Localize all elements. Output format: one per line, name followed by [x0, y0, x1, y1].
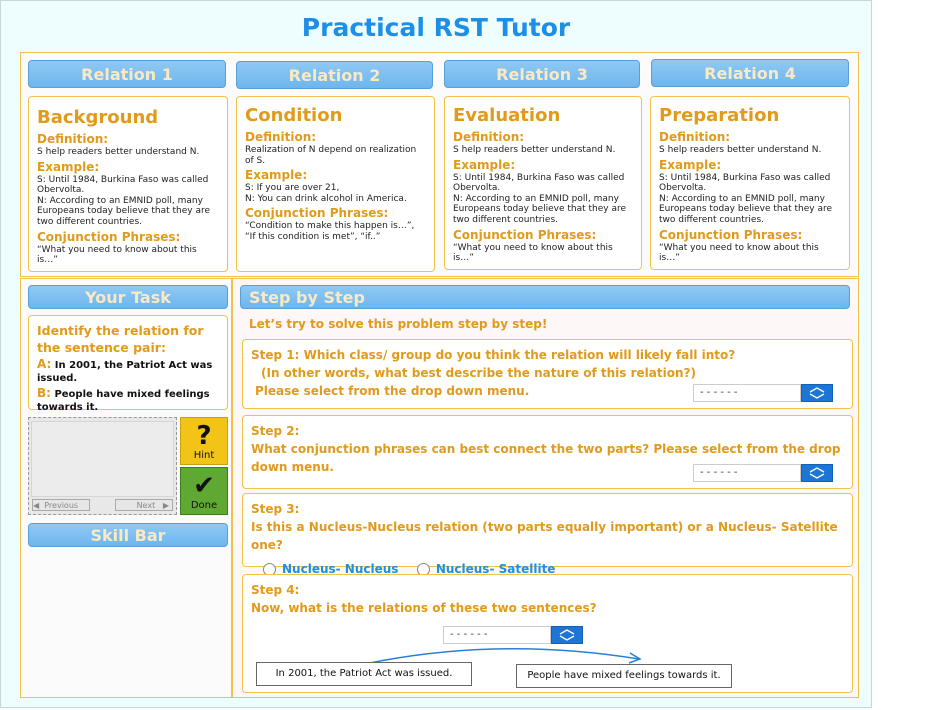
relation-card-4: Preparation Definition: S help readers b…	[650, 96, 850, 270]
example-label: Example:	[659, 157, 722, 172]
example-s: S: Until 1984, Burkina Faso was called O…	[659, 172, 831, 194]
step-3-box: Step 3: Is this a Nucleus-Nucleus relati…	[242, 493, 853, 576]
definition-label: Definition:	[245, 130, 317, 144]
tutor-window: Practical RST Tutor Relation 1 Relation …	[0, 0, 872, 708]
relation-name: Preparation	[659, 105, 780, 126]
conjunction-text: “What you need to know about this is…”	[659, 242, 819, 264]
definition-text: S help readers better understand N.	[659, 145, 822, 155]
step-2-dropdown[interactable]: - - - - - -	[693, 464, 833, 482]
checkmark-icon: ✔	[193, 470, 215, 501]
step-4-title: Step 4:	[251, 583, 300, 597]
relation-card-2: Condition Definition: Realization of N d…	[236, 96, 435, 272]
tab-relation-1[interactable]: Relation 1	[28, 60, 226, 88]
tab-relation-4[interactable]: Relation 4	[651, 59, 849, 87]
example-s: S: Until 1984, Burkina Faso was called O…	[453, 172, 625, 194]
step-3-question: Is this a Nucleus-Nucleus relation (two …	[251, 520, 838, 552]
done-button[interactable]: ✔ Done	[180, 467, 228, 515]
app-title: Practical RST Tutor	[301, 13, 571, 42]
step-1-clarification: (In other words, what best describe the …	[261, 366, 696, 380]
dropdown-value: - - - - - -	[693, 384, 801, 402]
sentence-a-box: In 2001, the Patriot Act was issued.	[256, 662, 472, 686]
conjunction-text: “What you need to know about this is…”	[453, 242, 613, 264]
triangle-left-icon: ◀	[33, 501, 40, 510]
example-label: Example:	[37, 159, 100, 174]
conjunction-label: Conjunction Phrases:	[37, 229, 181, 244]
relation-name: Background	[37, 107, 159, 128]
example-s: S: If you are over 21,	[245, 183, 340, 194]
relation-card-3: Evaluation Definition: S help readers be…	[444, 96, 642, 270]
task-prompt: Identify the relation for the sentence p…	[37, 323, 204, 355]
dropdown-toggle[interactable]	[801, 464, 833, 482]
updown-chevron-icon	[809, 387, 825, 399]
definition-text: S help readers better understand N.	[37, 147, 200, 157]
conjunction-label: Conjunction Phrases:	[245, 206, 389, 221]
conjunction-label: Conjunction Phrases:	[659, 227, 803, 242]
step-by-step-header: Step by Step	[240, 285, 850, 309]
tab-relation-2[interactable]: Relation 2	[236, 61, 433, 89]
step-3-title: Step 3:	[251, 502, 300, 516]
sentence-a: A: In 2001, the Patriot Act was issued.	[37, 357, 213, 385]
feedback-area: ◀ Previous Next ▶	[28, 417, 177, 515]
relation-name: Condition	[245, 105, 343, 126]
next-button[interactable]: Next ▶	[115, 499, 173, 511]
definition-label: Definition:	[453, 130, 525, 144]
sentence-b: B: People have mixed feelings towards it…	[37, 386, 210, 414]
task-description: Identify the relation for the sentence p…	[28, 315, 228, 413]
definition-text: Realization of N depend on realization o…	[245, 145, 417, 166]
previous-button[interactable]: ◀ Previous	[32, 499, 90, 511]
dropdown-toggle[interactable]	[801, 384, 833, 402]
conjunction-text: “What you need to know about this is…”	[37, 244, 197, 266]
step-4-question: Now, what is the relations of these two …	[251, 601, 597, 615]
tab-relation-3[interactable]: Relation 3	[444, 60, 640, 88]
example-s: S: Until 1984, Burkina Faso was called O…	[37, 174, 209, 196]
step-2-title: Step 2:	[251, 424, 300, 438]
example-n: N: According to an EMNID poll, many Euro…	[453, 193, 627, 225]
relation-name: Evaluation	[453, 105, 561, 126]
hint-button[interactable]: ? Hint	[180, 417, 228, 465]
question-mark-icon: ?	[196, 420, 212, 451]
step-1-dropdown[interactable]: - - - - - -	[693, 384, 833, 402]
updown-chevron-icon	[809, 467, 825, 479]
feedback-text-area[interactable]	[31, 421, 174, 497]
hint-label: Hint	[193, 449, 215, 461]
updown-chevron-icon	[559, 629, 575, 641]
example-label: Example:	[245, 168, 308, 183]
relation-card-1: Background Definition: S help readers be…	[28, 96, 228, 272]
example-n: N: According to an EMNID poll, many Euro…	[659, 193, 833, 225]
skill-bar-header: Skill Bar	[28, 523, 228, 547]
definition-label: Definition:	[659, 130, 731, 144]
definition-text: S help readers better understand N.	[453, 145, 616, 155]
step-intro: Let’s try to solve this problem step by …	[249, 317, 548, 331]
triangle-right-icon: ▶	[162, 501, 169, 510]
step-1-question: Step 1: Which class/ group do you think …	[251, 348, 736, 362]
conjunction-text: “Condition to make this happen is…”, “If…	[245, 221, 415, 242]
done-label: Done	[190, 499, 218, 511]
example-n: N: According to an EMNID poll, many Euro…	[37, 195, 211, 227]
sentence-b-box: People have mixed feelings towards it.	[516, 664, 732, 688]
example-n: N: You can drink alcohol in America.	[245, 193, 407, 204]
definition-label: Definition:	[37, 132, 109, 146]
dropdown-value: - - - - - -	[693, 464, 801, 482]
example-label: Example:	[453, 157, 516, 172]
your-task-header: Your Task	[28, 285, 228, 309]
conjunction-label: Conjunction Phrases:	[453, 227, 597, 242]
